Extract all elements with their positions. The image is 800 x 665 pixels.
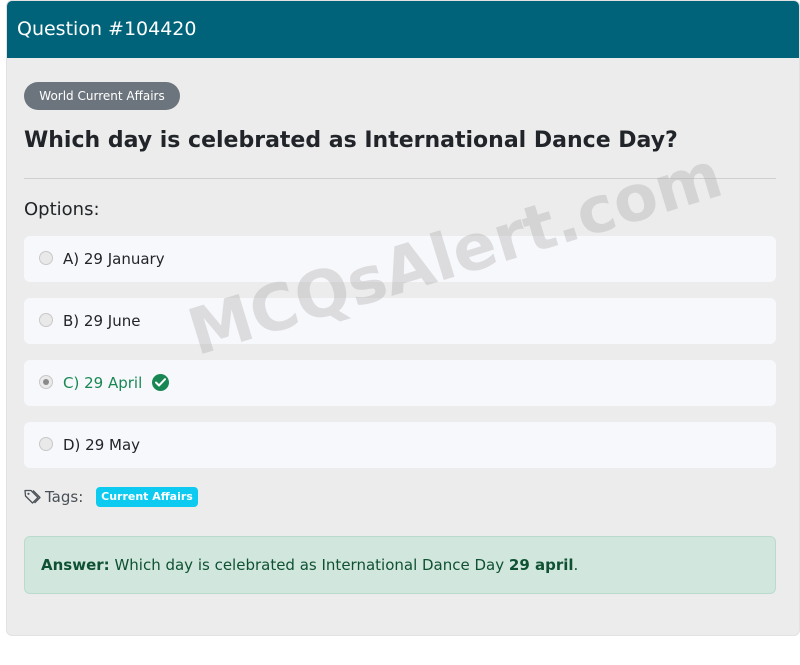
tag-badge-current-affairs[interactable]: Current Affairs	[96, 487, 198, 507]
tags-row: Tags: Current Affairs	[24, 487, 424, 509]
tags-label: Tags:	[45, 488, 84, 506]
category-badge[interactable]: World Current Affairs	[24, 82, 180, 110]
divider	[24, 178, 776, 179]
option-label: B) 29 June	[63, 312, 141, 330]
option-label: A) 29 January	[63, 250, 165, 268]
answer-alert: Answer: Which day is celebrated as Inter…	[24, 536, 776, 594]
question-card: Question #104420 World Current Affairs W…	[6, 0, 800, 636]
page-title: Question #104420	[17, 18, 197, 40]
radio-icon[interactable]	[39, 375, 53, 389]
options-label: Options:	[24, 199, 100, 220]
option-label: C) 29 April	[63, 374, 143, 392]
question-text: Which day is celebrated as International…	[24, 128, 678, 153]
option-b[interactable]: B) 29 June	[24, 298, 776, 344]
radio-icon[interactable]	[39, 437, 53, 451]
option-label: D) 29 May	[63, 436, 141, 454]
option-c[interactable]: C) 29 April	[24, 360, 776, 406]
answer-highlight: 29 april	[508, 556, 574, 574]
answer-prefix: Answer:	[41, 556, 110, 574]
option-a[interactable]: A) 29 January	[24, 236, 776, 282]
radio-icon[interactable]	[39, 313, 53, 327]
answer-suffix: .	[573, 556, 579, 574]
radio-icon[interactable]	[39, 251, 53, 265]
option-d[interactable]: D) 29 May	[24, 422, 776, 468]
card-header: Question #104420	[7, 1, 799, 58]
check-circle-icon	[152, 374, 169, 391]
tag-icon	[24, 489, 41, 508]
answer-text: Which day is celebrated as International…	[114, 556, 505, 574]
